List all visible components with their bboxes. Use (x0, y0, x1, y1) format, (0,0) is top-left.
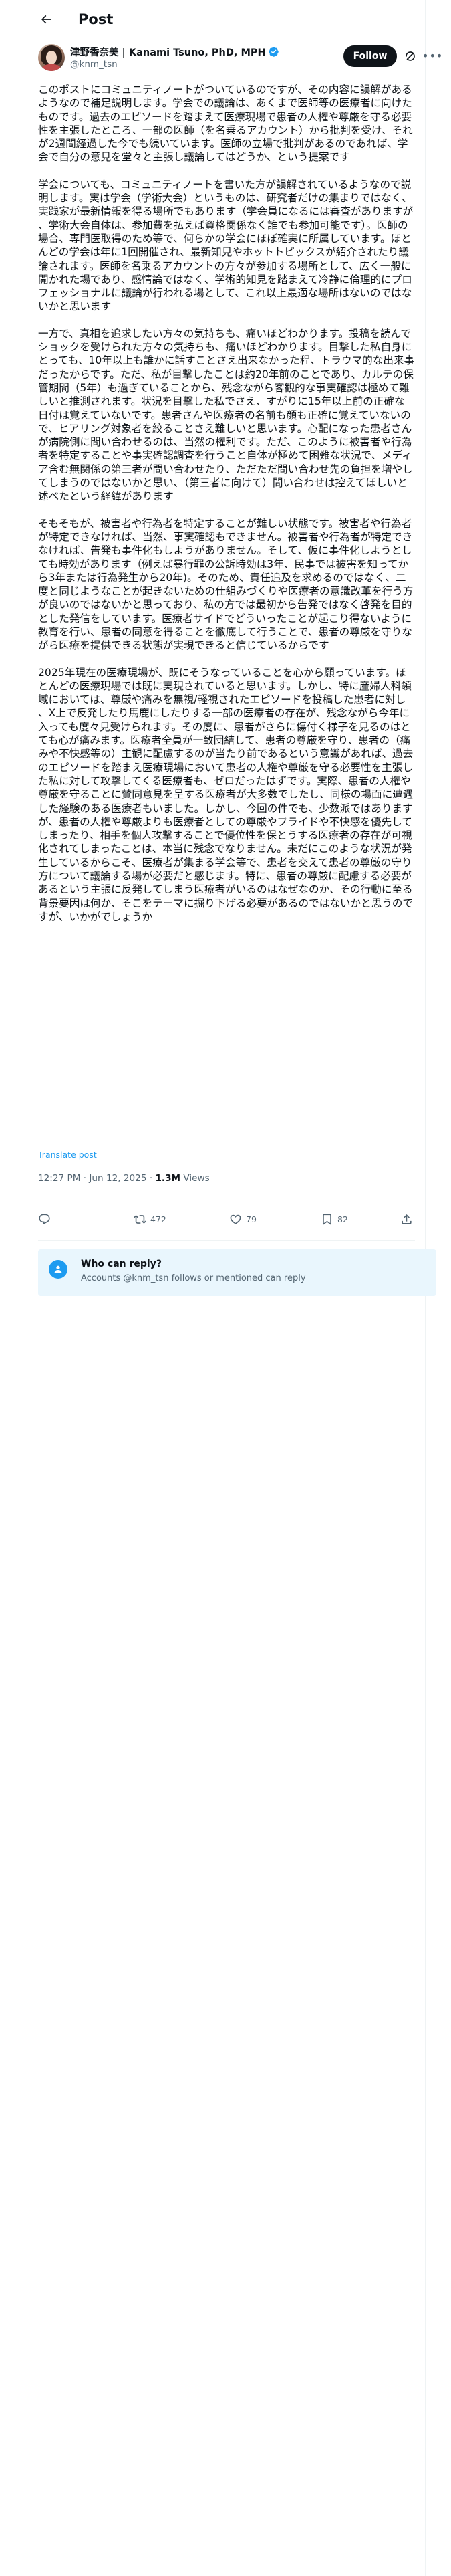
author-name-row: 津野香奈美 | Kanami Tsuno, PhD, MPH (70, 45, 279, 59)
tweet-paragraph: このポストにコミュニティノートがついているのですが、その内容に誤解があるようなの… (38, 84, 413, 164)
reply-button[interactable] (38, 1209, 55, 1229)
follow-button[interactable]: Follow (343, 45, 397, 67)
share-button[interactable] (400, 1209, 413, 1229)
page-title: Post (78, 11, 114, 27)
bookmark-button[interactable]: 82 (321, 1209, 348, 1229)
action-bar: 472 79 82 (38, 1209, 415, 1229)
author-handle[interactable]: @knm_tsn (70, 59, 118, 70)
reply-restriction-notice: Who can reply? Accounts @knm_tsn follows… (38, 1249, 436, 1296)
like-count: 79 (246, 1214, 257, 1224)
tweet-paragraph: 一方で、真相を追求したい方々の気持ちも、痛いほどわかります。投稿を読んでショック… (38, 327, 415, 503)
repost-icon (134, 1214, 146, 1224)
verified-badge-icon[interactable] (268, 46, 279, 58)
heart-icon (230, 1214, 241, 1224)
tweet-paragraph: 学会についても、コミュニティノートを書いた方が誤解されているようなので説明します… (38, 178, 414, 313)
post-meta: 12:27 PM · Jun 12, 2025 · 1.3M Views (38, 1173, 210, 1184)
reply-icon (39, 1214, 50, 1224)
views-count: 1.3M (155, 1173, 181, 1184)
author-row: 津野香奈美 | Kanami Tsuno, PhD, MPH @knm_tsn … (38, 41, 442, 75)
share-icon (402, 1214, 412, 1224)
bookmark-count: 82 (337, 1214, 348, 1224)
back-button[interactable] (34, 7, 58, 31)
post-timestamp[interactable]: 12:27 PM · Jun 12, 2025 (38, 1173, 146, 1184)
views-label: Views (183, 1173, 210, 1184)
repost-button[interactable]: 472 (134, 1209, 166, 1229)
user-icon (49, 1260, 67, 1279)
tweet-paragraph: 2025年現在の医療現場が、既にそうなっていることを心から願っています。ほとんど… (38, 666, 414, 923)
translate-post-link[interactable]: Translate post (38, 1150, 97, 1160)
like-button[interactable]: 79 (229, 1209, 257, 1229)
author-display-name[interactable]: 津野香奈美 | Kanami Tsuno, PhD, MPH (70, 45, 266, 59)
arrow-left-icon (41, 15, 51, 24)
post-header: Post (27, 0, 425, 39)
post-page: Post 津野香奈美 | Kanami Tsuno, PhD, MPH @knm… (0, 0, 451, 2576)
grok-icon[interactable] (404, 50, 416, 62)
reply-restriction-title: Who can reply? (81, 1259, 162, 1269)
divider (38, 1240, 415, 1241)
reply-restriction-subtitle: Accounts @knm_tsn follows or mentioned c… (81, 1273, 306, 1283)
tweet-paragraph: そもそもが、被害者や行為者を特定することが難しい状態です。被害者や行為者が特定で… (38, 517, 414, 652)
repost-count: 472 (150, 1214, 166, 1224)
more-horizontal-icon[interactable]: ••• (422, 51, 442, 62)
tweet-text: このポストにコミュニティノートがついているのですが、その内容に誤解があるようなの… (38, 83, 415, 924)
bookmark-icon (323, 1214, 331, 1225)
avatar[interactable] (38, 44, 65, 71)
